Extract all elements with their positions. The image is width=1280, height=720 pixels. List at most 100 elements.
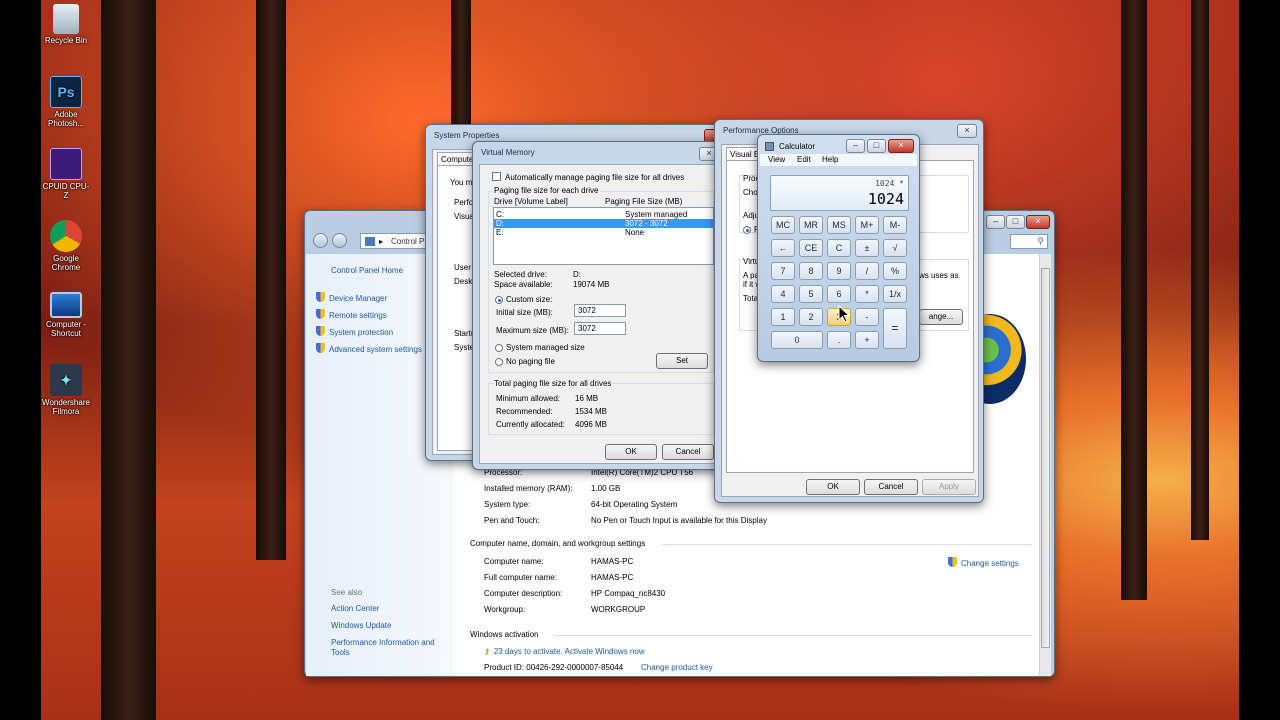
apply-button[interactable]: Apply [922,479,976,495]
digit-7-button[interactable]: 7 [771,262,795,280]
ms-button[interactable]: MS [827,216,851,234]
desktop-icon-photoshop[interactable]: Ps Adobe Photosh... [41,76,91,128]
menu-view[interactable]: View [768,155,785,164]
drive-row-d[interactable]: D: 3072 - 3072 [494,219,713,228]
sidebar-item-device-manager[interactable]: Device Manager [316,292,387,303]
ce-button[interactable]: CE [799,239,823,257]
workgroup-value: WORKGROUP [591,605,646,614]
desktop-icon-label: CPUID CPU-Z [42,182,90,200]
decimal-button[interactable]: . [827,331,851,349]
selected-drive-value: D: [573,270,581,279]
total-group-label: Total paging file size for all drives [493,379,613,388]
maximize-button[interactable]: □ [867,139,886,153]
menu-help[interactable]: Help [822,155,838,164]
digit-8-button[interactable]: 8 [799,262,823,280]
maximize-button[interactable]: □ [1006,215,1025,229]
maximum-size-label: Maximum size (MB): [496,326,569,335]
window-title: Calculator [779,142,816,151]
clear-button[interactable]: C [827,239,851,257]
desktop-icon-chrome[interactable]: Google Chrome [41,220,91,272]
auto-manage-checkbox[interactable] [492,172,501,181]
initial-size-input[interactable]: 3072 [574,304,626,317]
m-plus-button[interactable]: M+ [855,216,879,234]
m-minus-button[interactable]: M- [883,216,907,234]
drive-row-e[interactable]: E: None [494,228,713,237]
ok-button[interactable]: OK [605,444,657,460]
percent-button[interactable]: % [883,262,907,280]
divider [554,635,1032,636]
set-button[interactable]: Set [656,353,708,369]
windows-update-link[interactable]: Windows Update [331,621,391,630]
add-button[interactable]: + [855,331,879,349]
drive-list[interactable]: C: System managed D: 3072 - 3072 E: None [493,207,714,265]
change-button[interactable]: ange... [919,309,963,325]
activate-windows-link[interactable]: ⚷ 23 days to activate. Activate Windows n… [484,647,645,656]
shield-icon [316,343,325,353]
digit-0-button[interactable]: 0 [771,331,823,349]
system-type-label: System type: [484,500,531,509]
cancel-button[interactable]: Cancel [864,479,918,495]
menu-edit[interactable]: Edit [797,155,811,164]
change-product-key-link[interactable]: Change product key [641,663,713,672]
sidebar-item-advanced-settings[interactable]: Advanced system settings [316,343,422,354]
ok-button[interactable]: OK [806,479,860,495]
action-center-link[interactable]: Action Center [331,604,379,613]
mc-button[interactable]: MC [771,216,795,234]
equals-button[interactable]: = [883,308,907,349]
subtract-button[interactable]: - [855,308,879,326]
negate-button[interactable]: ± [855,239,879,257]
sidebar-item-system-protection[interactable]: System protection [316,326,393,337]
forward-button[interactable] [332,233,347,248]
desktop-icon-filmora[interactable]: ✦ Wondershare Filmora [41,364,91,416]
change-settings-link[interactable]: Change settings [948,557,1019,568]
address-separator: ▸ [379,237,384,246]
programs-radio[interactable] [743,226,751,234]
digit-6-button[interactable]: 6 [827,285,851,303]
desktop-icon-recycle-bin[interactable]: Recycle Bin [41,4,91,45]
total-paging-label: Tota [743,294,759,303]
cancel-button[interactable]: Cancel [662,444,714,460]
desktop-icon-computer[interactable]: Computer - Shortcut [41,292,91,338]
digit-1-button[interactable]: 1 [771,308,795,326]
system-managed-radio[interactable] [495,344,503,352]
control-panel-home-link[interactable]: Control Panel Home [331,266,403,275]
digit-2-button[interactable]: 2 [799,308,823,326]
ram-label: Installed memory (RAM): [484,484,573,493]
digit-4-button[interactable]: 4 [771,285,795,303]
close-button[interactable]: × [888,139,914,153]
custom-size-radio[interactable] [495,296,503,304]
left-letterbox [0,0,41,720]
sidebar-item-remote-settings[interactable]: Remote settings [316,309,387,320]
product-id: Product ID: 00426-292-0000007-85044 [484,663,624,672]
scrollbar-thumb[interactable] [1041,268,1050,648]
recommended-label: Recommended: [496,407,553,416]
search-box[interactable]: ⚲ [1010,234,1048,249]
backspace-button[interactable]: ← [771,239,795,257]
minimize-button[interactable]: – [986,215,1005,229]
no-paging-radio[interactable] [495,358,503,366]
close-button[interactable]: × [957,124,977,138]
digit-9-button[interactable]: 9 [827,262,851,280]
mr-button[interactable]: MR [799,216,823,234]
vertical-scrollbar[interactable] [1039,254,1051,676]
drive-row-c[interactable]: C: System managed [494,210,713,219]
virtual-memory-dialog[interactable]: Virtual Memory × Automatically manage pa… [472,141,724,470]
window-title: System Properties [434,131,500,140]
back-button[interactable] [313,233,328,248]
desktop-icon-cpuz[interactable]: CPUID CPU-Z [41,148,91,200]
divide-button[interactable]: / [855,262,879,280]
pen-touch-label: Pen and Touch: [484,516,540,525]
minimize-button[interactable]: – [846,139,865,153]
close-button[interactable]: × [1026,215,1050,229]
tab-computer[interactable]: Computer [437,152,477,165]
calculator-window[interactable]: Calculator – □ × View Edit Help 1 0 24 * 1… [757,134,920,362]
currently-allocated-value: 4096 MB [575,420,608,429]
reciprocal-button[interactable]: 1/x [883,285,907,303]
shield-icon [316,292,325,302]
multiply-button[interactable]: * [855,285,879,303]
sqrt-button[interactable]: √ [883,239,907,257]
digit-5-button[interactable]: 5 [799,285,823,303]
performance-info-link[interactable]: Performance Information and Tools [331,638,449,658]
tree-trunk [1121,0,1147,600]
maximum-size-input[interactable]: 3072 [574,322,626,335]
